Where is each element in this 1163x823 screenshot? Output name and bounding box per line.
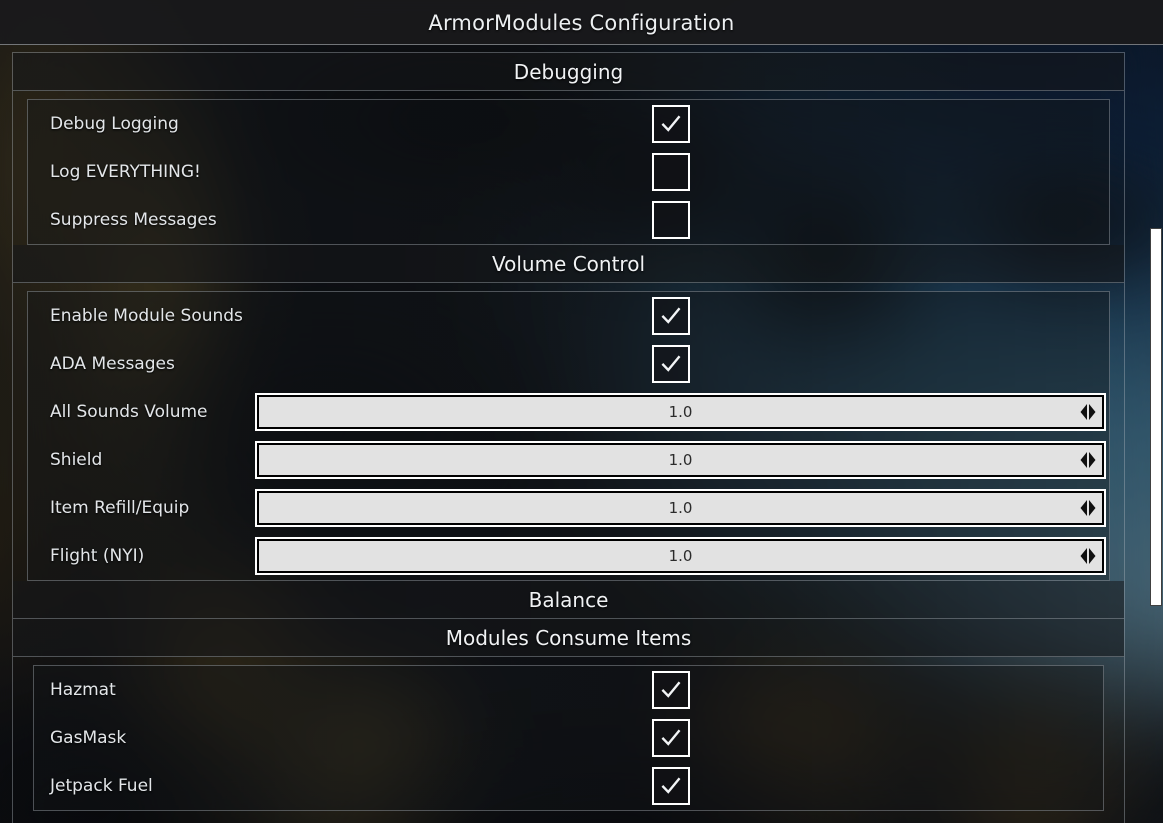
option-group-volume-group: Enable Module Sounds ADA Messages All Soun…: [27, 291, 1110, 581]
slider-value-label: 1.0: [668, 499, 693, 517]
option-control-cell: [258, 762, 1103, 810]
option-row-debug-logging[interactable]: Debug Logging: [28, 100, 1109, 148]
checkbox-jetpack-fuel[interactable]: [652, 767, 690, 805]
checkmark-icon: [660, 727, 682, 749]
option-group-consume-items-group: Hazmat GasMask Jetpack Fuel: [33, 665, 1104, 811]
slider-value-label: 1.0: [668, 451, 693, 469]
slider-value-label: 1.0: [668, 403, 693, 421]
option-label: Debug Logging: [50, 114, 179, 134]
option-label-cell: Item Refill/Equip: [28, 498, 252, 518]
option-label-cell: Jetpack Fuel: [34, 776, 258, 796]
option-row-all-sounds-volume[interactable]: All Sounds Volume 1.0: [28, 388, 1109, 436]
option-label: Log EVERYTHING!: [50, 162, 201, 182]
option-label-cell: Debug Logging: [28, 114, 252, 134]
option-control-cell: [258, 666, 1103, 714]
option-control-cell: [252, 100, 1109, 148]
option-row-hazmat[interactable]: Hazmat: [34, 666, 1103, 714]
option-label-cell: All Sounds Volume: [28, 402, 252, 422]
option-label-cell: Shield: [28, 450, 252, 470]
option-label-cell: Suppress Messages: [28, 210, 252, 230]
option-control-cell: 1.0: [252, 436, 1109, 484]
slider-handle-left-right-arrows-icon[interactable]: [1080, 499, 1096, 517]
option-control-cell: 1.0: [252, 484, 1109, 532]
option-control-cell: 1.0: [252, 388, 1109, 436]
option-row-jetpack-fuel[interactable]: Jetpack Fuel: [34, 762, 1103, 810]
option-label: Flight (NYI): [50, 546, 145, 566]
option-label-cell: Hazmat: [34, 680, 258, 700]
slider-all-sounds-volume[interactable]: 1.0: [255, 393, 1106, 431]
option-row-suppress-messages[interactable]: Suppress Messages: [28, 196, 1109, 244]
slider-track: 1.0: [259, 397, 1102, 427]
checkbox-gasmask[interactable]: [652, 719, 690, 757]
section-header-label: Debugging: [513, 60, 624, 84]
section-header-label: Balance: [528, 588, 609, 612]
option-control-cell: [252, 196, 1109, 244]
checkmark-icon: [660, 305, 682, 327]
vertical-scrollbar[interactable]: [1149, 45, 1163, 823]
checkbox-log-everything[interactable]: [652, 153, 690, 191]
section-header-volume-control: Volume Control: [13, 245, 1124, 283]
option-label: Hazmat: [50, 680, 116, 700]
option-row-shield-volume[interactable]: Shield 1.0: [28, 436, 1109, 484]
slider-track: 1.0: [259, 493, 1102, 523]
option-label: All Sounds Volume: [50, 402, 208, 422]
checkmark-icon: [660, 113, 682, 135]
option-label-cell: GasMask: [34, 728, 258, 748]
settings-scroll-panel[interactable]: Debugging Debug Logging Log EVERYTHING! Sup…: [12, 52, 1125, 823]
option-label-cell: ADA Messages: [28, 354, 252, 374]
title-bar: ArmorModules Configuration: [0, 0, 1163, 45]
option-group-debugging-group: Debug Logging Log EVERYTHING! Suppress Mes…: [27, 99, 1110, 245]
slider-value-label: 1.0: [668, 547, 693, 565]
option-row-flight-nyi[interactable]: Flight (NYI) 1.0: [28, 532, 1109, 580]
option-control-cell: 1.0: [252, 532, 1109, 580]
option-control-cell: [252, 340, 1109, 388]
option-label: GasMask: [50, 728, 127, 748]
section-header-label: Volume Control: [491, 252, 646, 276]
settings-sections: Debugging Debug Logging Log EVERYTHING! Sup…: [13, 53, 1124, 811]
option-row-log-everything[interactable]: Log EVERYTHING!: [28, 148, 1109, 196]
checkbox-hazmat[interactable]: [652, 671, 690, 709]
title-separator: [0, 44, 1163, 45]
checkmark-icon: [660, 679, 682, 701]
checkbox-suppress-messages[interactable]: [652, 201, 690, 239]
option-control-cell: [252, 148, 1109, 196]
slider-track: 1.0: [259, 541, 1102, 571]
section-header-balance: Balance: [13, 581, 1124, 619]
slider-handle-left-right-arrows-icon[interactable]: [1080, 451, 1096, 469]
checkbox-ada-messages[interactable]: [652, 345, 690, 383]
section-header-debugging: Debugging: [13, 53, 1124, 91]
option-label: Enable Module Sounds: [50, 306, 243, 326]
slider-item-refill-equip[interactable]: 1.0: [255, 489, 1106, 527]
option-control-cell: [252, 292, 1109, 340]
option-row-ada-messages[interactable]: ADA Messages: [28, 340, 1109, 388]
checkmark-icon: [660, 353, 682, 375]
slider-shield-volume[interactable]: 1.0: [255, 441, 1106, 479]
configuration-menu: ArmorModules Configuration Debugging Debu…: [0, 0, 1163, 823]
option-row-gasmask[interactable]: GasMask: [34, 714, 1103, 762]
option-label-cell: Log EVERYTHING!: [28, 162, 252, 182]
page-title: ArmorModules Configuration: [428, 10, 735, 35]
option-row-item-refill-equip[interactable]: Item Refill/Equip 1.0: [28, 484, 1109, 532]
option-label: Item Refill/Equip: [50, 498, 190, 518]
option-label: Shield: [50, 450, 103, 470]
checkbox-enable-module-sounds[interactable]: [652, 297, 690, 335]
option-label-cell: Flight (NYI): [28, 546, 252, 566]
checkbox-debug-logging[interactable]: [652, 105, 690, 143]
slider-handle-left-right-arrows-icon[interactable]: [1080, 547, 1096, 565]
option-label-cell: Enable Module Sounds: [28, 306, 252, 326]
option-label: Suppress Messages: [50, 210, 217, 230]
slider-flight-nyi[interactable]: 1.0: [255, 537, 1106, 575]
section-header-label: Modules Consume Items: [445, 626, 692, 650]
option-control-cell: [258, 714, 1103, 762]
slider-handle-left-right-arrows-icon[interactable]: [1080, 403, 1096, 421]
option-label: ADA Messages: [50, 354, 175, 374]
option-row-enable-module-sounds[interactable]: Enable Module Sounds: [28, 292, 1109, 340]
scrollbar-thumb[interactable]: [1150, 228, 1162, 606]
option-label: Jetpack Fuel: [50, 776, 153, 796]
checkmark-icon: [660, 775, 682, 797]
slider-track: 1.0: [259, 445, 1102, 475]
section-header-modules-consume-items: Modules Consume Items: [13, 619, 1124, 657]
